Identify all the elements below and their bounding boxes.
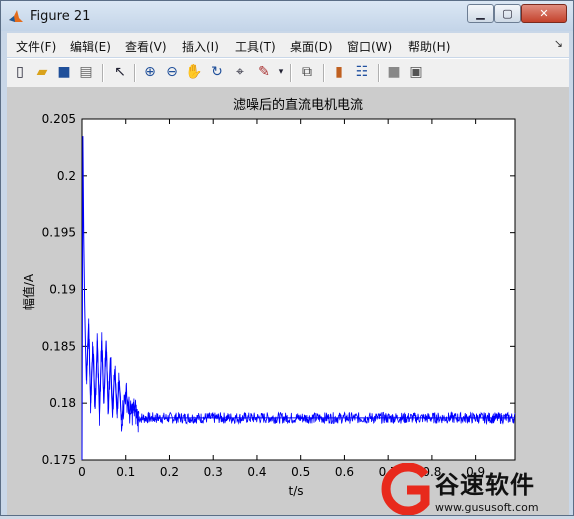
save-icon[interactable]: ■ [55,63,73,81]
y-tick-label: 0.2 [57,169,76,183]
toolbar-separator [134,64,136,82]
close-button[interactable]: ✕ [521,4,567,23]
toolbar-separator [290,64,292,82]
menu-bar: 文件(F) 编辑(E) 查看(V) 插入(I) 工具(T) 桌面(D) 窗口(W… [7,33,569,57]
minimize-button[interactable]: ▁ [467,4,494,23]
minimize-icon: ▁ [476,7,485,20]
y-tick-label: 0.19 [49,283,76,297]
title-bar[interactable]: Figure 21 ▁ ▢ ✕ [1,1,573,31]
legend-icon[interactable]: ☷ [353,63,371,81]
y-axis-label: 幅值/A [21,273,36,310]
colorbar-icon[interactable]: ▮ [330,63,348,81]
x-tick-label: 0.5 [291,465,310,479]
chart-title: 滤噪后的直流电机电流 [233,97,363,113]
zoom-out-icon[interactable]: ⊖ [163,63,181,81]
y-tick-label: 0.18 [49,396,76,410]
brush-dropdown-icon[interactable]: ▾ [272,63,290,81]
figure-canvas: 滤噪后的直流电机电流 t/s 幅值/A 0 0.1 0.2 0.3 0.4 0.5 0.6 0… [7,87,569,515]
y-tick-label: 0.205 [42,112,76,126]
y-tick-label: 0.185 [42,339,76,353]
toolbar-separator [323,64,325,82]
rotate-3d-icon[interactable]: ↻ [208,63,226,81]
menu-dock-arrow-icon[interactable]: ↘ [554,37,563,50]
open-file-icon[interactable]: ▰ [33,63,51,81]
x-tick-label: 0.4 [247,465,266,479]
data-cursor-icon[interactable]: ⌖ [231,63,249,81]
brush-icon[interactable]: ✎ [255,63,273,81]
print-icon[interactable]: ▤ [77,63,95,81]
menu-window[interactable]: 窗口(W) [347,38,392,55]
gusu-logo-icon [381,463,430,515]
y-tick-label: 0.195 [42,226,76,240]
figure-toolbar: ▯ ▰ ■ ▤ ↖ ⊕ ⊖ ✋ ↻ ⌖ ✎ ▾ ⧉ ▮ ☷ ■ ▣ [7,58,569,88]
x-tick-label: 0.6 [335,465,354,479]
new-figure-icon[interactable]: ▯ [11,63,29,81]
toolbar-separator [378,64,380,82]
pan-icon[interactable]: ✋ [185,63,203,81]
plot-svg[interactable]: 滤噪后的直流电机电流 t/s 幅值/A 0 0.1 0.2 0.3 0.4 0.5 0.6 0… [7,87,569,515]
pointer-icon[interactable]: ↖ [111,63,129,81]
window-title: Figure 21 [30,9,91,24]
link-plot-icon[interactable]: ⧉ [298,63,316,81]
x-tick-label: 0.3 [204,465,223,479]
axes-background [81,118,516,461]
y-tick-label: 0.175 [42,453,76,467]
x-tick-label: 0.1 [116,465,135,479]
menu-view[interactable]: 查看(V) [125,38,167,55]
x-tick-label: 0 [78,465,86,479]
figure-window: Figure 21 ▁ ▢ ✕ 文件(F) 编辑(E) 查看(V) 插入(I) … [0,0,574,516]
menu-edit[interactable]: 编辑(E) [70,38,111,55]
menu-insert[interactable]: 插入(I) [182,38,219,55]
watermark-url: www.gususoft.com [435,501,539,514]
close-icon: ✕ [539,7,549,20]
menu-file[interactable]: 文件(F) [16,38,56,55]
watermark-title: 谷速软件 [435,471,535,499]
menu-tools[interactable]: 工具(T) [235,38,276,55]
menu-help[interactable]: 帮助(H) [408,38,450,55]
hide-plot-tools-icon[interactable]: ■ [385,63,403,81]
x-axis-label: t/s [289,484,304,498]
watermark: 谷速软件 www.gususoft.com [379,461,574,517]
menu-desktop[interactable]: 桌面(D) [290,38,333,55]
maximize-button[interactable]: ▢ [494,4,521,23]
show-plot-tools-icon[interactable]: ▣ [407,63,425,81]
zoom-in-icon[interactable]: ⊕ [141,63,159,81]
matlab-icon [9,10,23,22]
toolbar-separator [102,64,104,82]
x-tick-label: 0.2 [160,465,179,479]
maximize-icon: ▢ [502,7,513,20]
